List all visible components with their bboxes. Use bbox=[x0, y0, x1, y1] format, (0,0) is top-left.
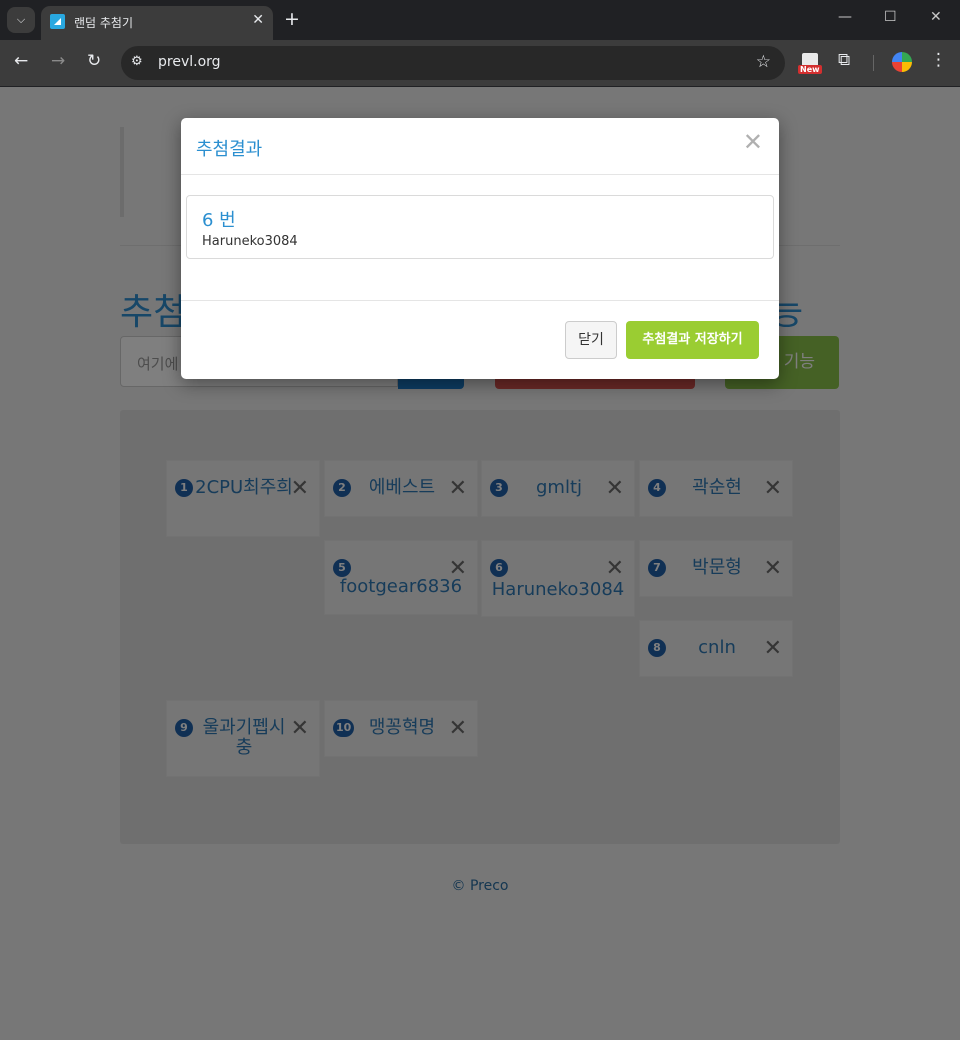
result-modal: 추첨결과 ✕ 6 번 Haruneko3084 닫기 추첨결과 저장하기 bbox=[181, 118, 779, 379]
close-button[interactable]: 닫기 bbox=[565, 321, 617, 359]
extension-new-icon[interactable]: New bbox=[798, 53, 824, 77]
url-text[interactable]: prevl.org bbox=[158, 54, 221, 70]
result-number: 6 번 bbox=[202, 210, 236, 231]
close-icon[interactable]: ✕ bbox=[743, 129, 763, 155]
window-close-icon[interactable]: ✕ bbox=[930, 9, 942, 25]
bookmark-star-icon[interactable]: ☆ bbox=[756, 52, 771, 72]
toolbar-divider bbox=[873, 55, 874, 71]
chevron-down-icon: ⌵ bbox=[16, 13, 26, 26]
result-item: 6 번 Haruneko3084 bbox=[186, 195, 774, 259]
puzzle-icon[interactable]: ⧉ bbox=[838, 50, 850, 70]
site-info-icon[interactable]: ⚙ bbox=[131, 54, 143, 69]
tab-close-icon[interactable]: ✕ bbox=[252, 12, 264, 28]
new-tab-icon[interactable]: + bbox=[284, 8, 300, 30]
extension-new-badge: New bbox=[798, 65, 822, 74]
modal-header: 추첨결과 ✕ bbox=[181, 118, 779, 175]
modal-title: 추첨결과 bbox=[196, 139, 263, 160]
back-arrow-icon[interactable]: ← bbox=[14, 51, 28, 71]
minimize-icon[interactable]: — bbox=[838, 9, 852, 25]
site-favicon-icon bbox=[50, 14, 65, 29]
maximize-icon[interactable]: ☐ bbox=[884, 9, 897, 25]
save-result-button[interactable]: 추첨결과 저장하기 bbox=[626, 321, 759, 359]
tab-search-button[interactable]: ⌵ bbox=[7, 7, 35, 33]
browser-toolbar: ← → ↻ ⚙ prevl.org ☆ New ⧉ ⋮ bbox=[0, 40, 960, 87]
browser-tab[interactable]: 랜덤 추첨기 ✕ bbox=[41, 6, 273, 40]
modal-footer: 닫기 추첨결과 저장하기 bbox=[181, 300, 779, 380]
profile-avatar-icon[interactable] bbox=[892, 52, 912, 72]
forward-arrow-icon[interactable]: → bbox=[51, 51, 65, 71]
tab-title: 랜덤 추첨기 bbox=[74, 16, 134, 30]
address-bar[interactable]: ⚙ prevl.org ☆ bbox=[121, 46, 785, 80]
browser-title-bar: ⌵ 랜덤 추첨기 ✕ + — ☐ ✕ bbox=[0, 0, 960, 40]
reload-icon[interactable]: ↻ bbox=[87, 51, 101, 71]
result-name: Haruneko3084 bbox=[202, 234, 298, 249]
kebab-menu-icon[interactable]: ⋮ bbox=[930, 50, 947, 70]
